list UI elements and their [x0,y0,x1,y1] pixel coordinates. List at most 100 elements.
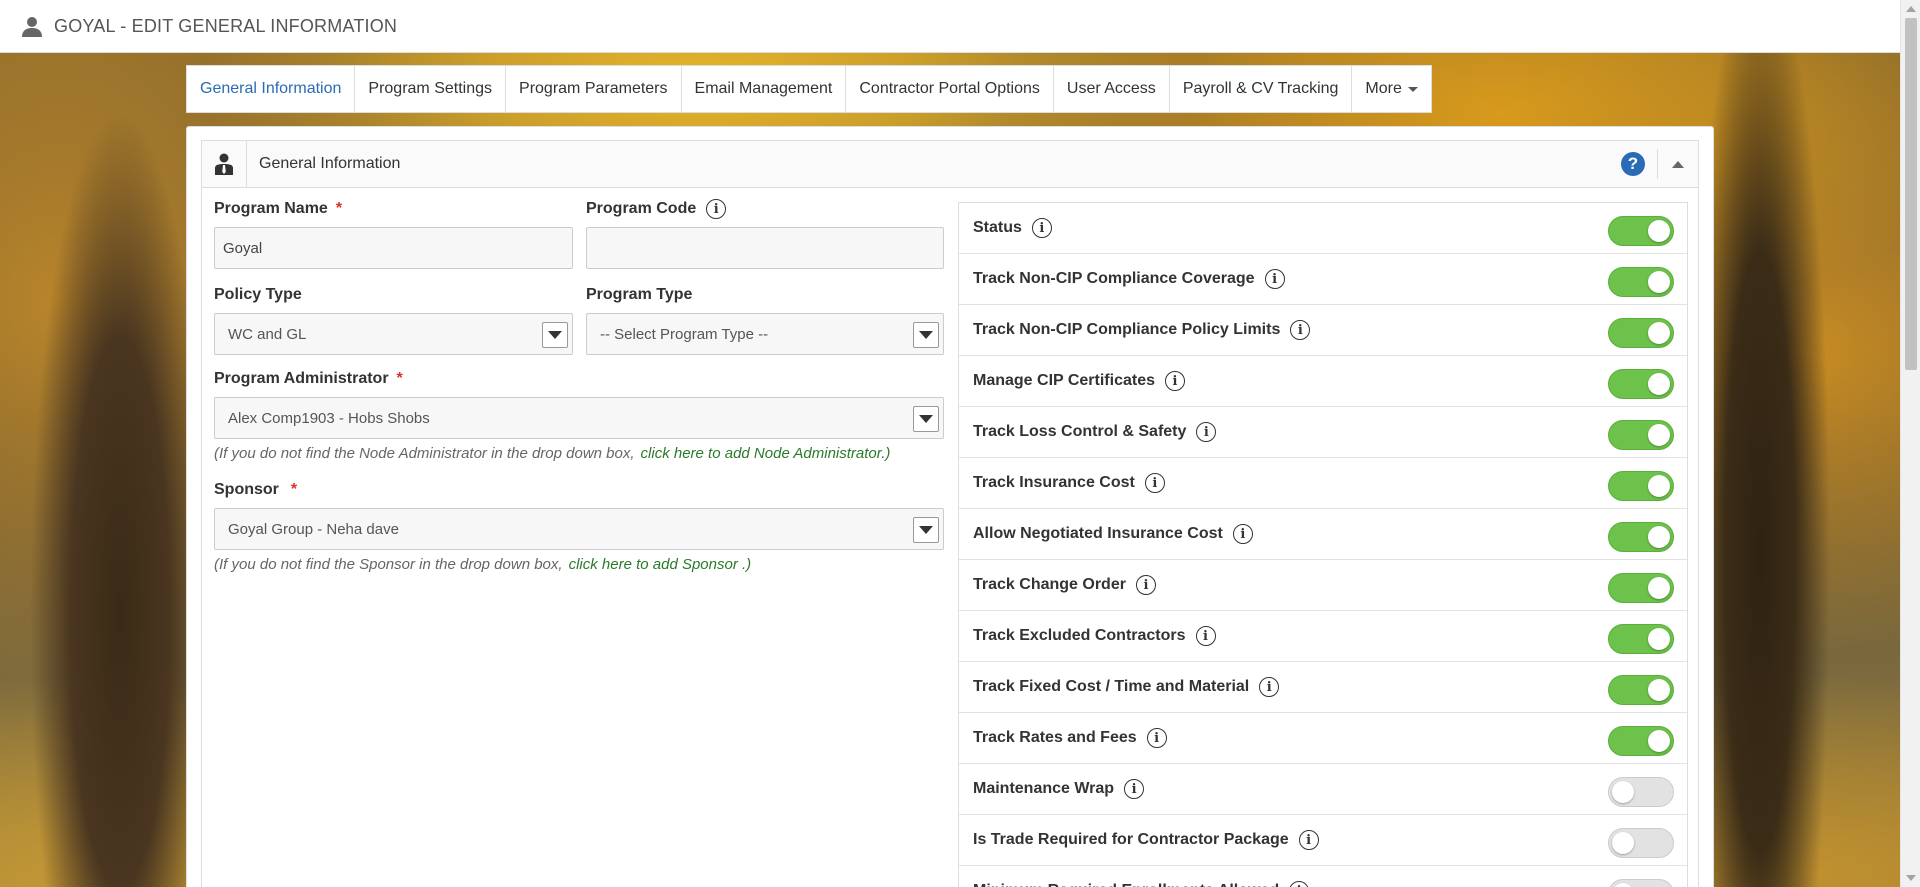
toggle-row: Track Insurance Cost i [959,458,1687,509]
toggle-label: Track Insurance Cost [973,474,1135,491]
tab-label: Program Settings [368,80,493,97]
add-sponsor-link[interactable]: click here to add Sponsor .) [569,556,752,573]
help-icon[interactable]: ? [1621,152,1645,176]
toggle-switch[interactable] [1608,471,1674,501]
program-administrator-select[interactable]: Alex Comp1903 - Hobs Shobs [214,397,944,439]
toggle-switch[interactable] [1608,777,1674,807]
toggle-row: Track Non-CIP Compliance Coverage i [959,254,1687,305]
program-code-input[interactable] [586,227,944,269]
info-icon[interactable]: i [1144,473,1165,493]
collapse-button[interactable] [1658,141,1698,187]
settings-toggle-list: Status i Track Non-CIP Compliance Coverage… [958,202,1688,887]
tab-bar: General Information Program Settings Pro… [186,65,1432,113]
label-text: Program Code [586,200,697,217]
dropdown-button[interactable] [913,517,939,543]
toggle-knob [1648,373,1670,395]
toggle-switch[interactable] [1608,420,1674,450]
page-title: GOYAL - EDIT GENERAL INFORMATION [54,15,398,36]
caret-down-icon [919,526,933,534]
info-icon[interactable]: i [1289,881,1310,887]
tab-user-access[interactable]: User Access [1054,66,1170,112]
tab-label: Email Management [694,80,833,97]
admin-hint: (If you do not find the Node Administrat… [214,445,944,462]
toggle-knob [1648,679,1670,701]
toggle-switch[interactable] [1608,318,1674,348]
sponsor-hint: (If you do not find the Sponsor in the d… [214,556,944,573]
tab-program-settings[interactable]: Program Settings [355,66,507,112]
toggle-row: Track Loss Control & Safety i [959,407,1687,458]
panel-title: General Information [259,155,401,172]
label-text: Program Name [214,200,328,217]
panel-header: General Information ? [202,141,1698,188]
program-name-label: Program Name * [214,199,573,219]
toggle-switch[interactable] [1608,573,1674,603]
toggle-row: Track Change Order i [959,560,1687,611]
tab-more[interactable]: More [1352,66,1430,112]
toggle-switch[interactable] [1608,624,1674,654]
dropdown-button[interactable] [913,322,939,348]
toggle-knob [1612,832,1634,854]
info-icon[interactable]: i [1232,524,1253,544]
toggle-label: Allow Negotiated Insurance Cost [973,525,1223,542]
program-name-input[interactable]: Goyal [214,227,573,269]
toggle-switch[interactable] [1608,522,1674,552]
toggle-switch[interactable] [1608,267,1674,297]
tab-contractor-portal-options[interactable]: Contractor Portal Options [846,66,1054,112]
hint-text: (If you do not find the Sponsor in the d… [214,556,563,573]
toggle-label: Status [973,219,1022,236]
toggle-label: Track Rates and Fees [973,729,1137,746]
dropdown-button[interactable] [542,322,568,348]
toggle-row: Track Non-CIP Compliance Policy Limits i [959,305,1687,356]
info-icon[interactable]: i [706,199,727,219]
info-icon[interactable]: i [1031,218,1052,238]
dropdown-button[interactable] [913,406,939,432]
sponsor-select[interactable]: Goyal Group - Neha dave [214,508,944,550]
vertical-scrollbar[interactable] [1900,0,1920,887]
general-info-form: Program Name * Goyal Program Code i Policy… [214,199,944,573]
toggle-switch[interactable] [1608,879,1674,887]
program-type-select[interactable]: -- Select Program Type -- [586,313,944,355]
toggle-switch[interactable] [1608,726,1674,756]
add-node-administrator-link[interactable]: click here to add Node Administrator.) [641,445,891,462]
toggle-label: Track Non-CIP Compliance Coverage [973,270,1255,287]
tab-payroll-cv-tracking[interactable]: Payroll & CV Tracking [1170,66,1353,112]
toggle-knob [1612,883,1634,887]
sponsor-label: Sponsor * [214,480,944,500]
info-icon[interactable]: i [1264,269,1285,289]
info-icon[interactable]: i [1298,830,1319,850]
tab-email-management[interactable]: Email Management [682,66,847,112]
toggle-switch[interactable] [1608,369,1674,399]
tab-label: Program Parameters [519,80,668,97]
select-value: -- Select Program Type -- [600,325,769,343]
toggle-switch[interactable] [1608,828,1674,858]
select-value: Goyal Group - Neha dave [228,520,399,538]
scrollbar-thumb[interactable] [1905,18,1917,370]
info-icon[interactable]: i [1135,575,1156,595]
info-icon[interactable]: i [1124,779,1145,799]
tab-general-information[interactable]: General Information [187,66,356,112]
toggle-row: Manage CIP Certificates i [959,356,1687,407]
info-icon[interactable]: i [1165,371,1185,391]
info-icon[interactable]: i [1259,677,1280,697]
info-icon[interactable]: i [1195,626,1216,646]
info-icon[interactable]: i [1146,728,1167,748]
toggle-knob [1648,526,1670,548]
caret-down-icon [919,331,933,339]
toggle-label: Is Trade Required for Contractor Package [973,831,1289,848]
caret-down-icon [919,415,933,423]
program-code-label: Program Code i [586,199,944,219]
toggle-label: Track Non-CIP Compliance Policy Limits [973,321,1281,338]
info-icon[interactable]: i [1290,320,1311,340]
info-icon[interactable]: i [1196,422,1217,442]
toggle-label: Maintenance Wrap [973,780,1115,797]
toggle-switch[interactable] [1608,216,1674,246]
policy-type-select[interactable]: WC and GL [214,313,573,355]
scroll-up-icon[interactable] [1906,6,1916,12]
caret-down-icon [548,331,562,339]
scroll-down-icon[interactable] [1906,875,1916,881]
tab-program-parameters[interactable]: Program Parameters [506,66,682,112]
required-marker: * [290,481,298,498]
toggle-knob [1648,220,1670,242]
toggle-row: Maintenance Wrap i [959,764,1687,815]
toggle-switch[interactable] [1608,675,1674,705]
